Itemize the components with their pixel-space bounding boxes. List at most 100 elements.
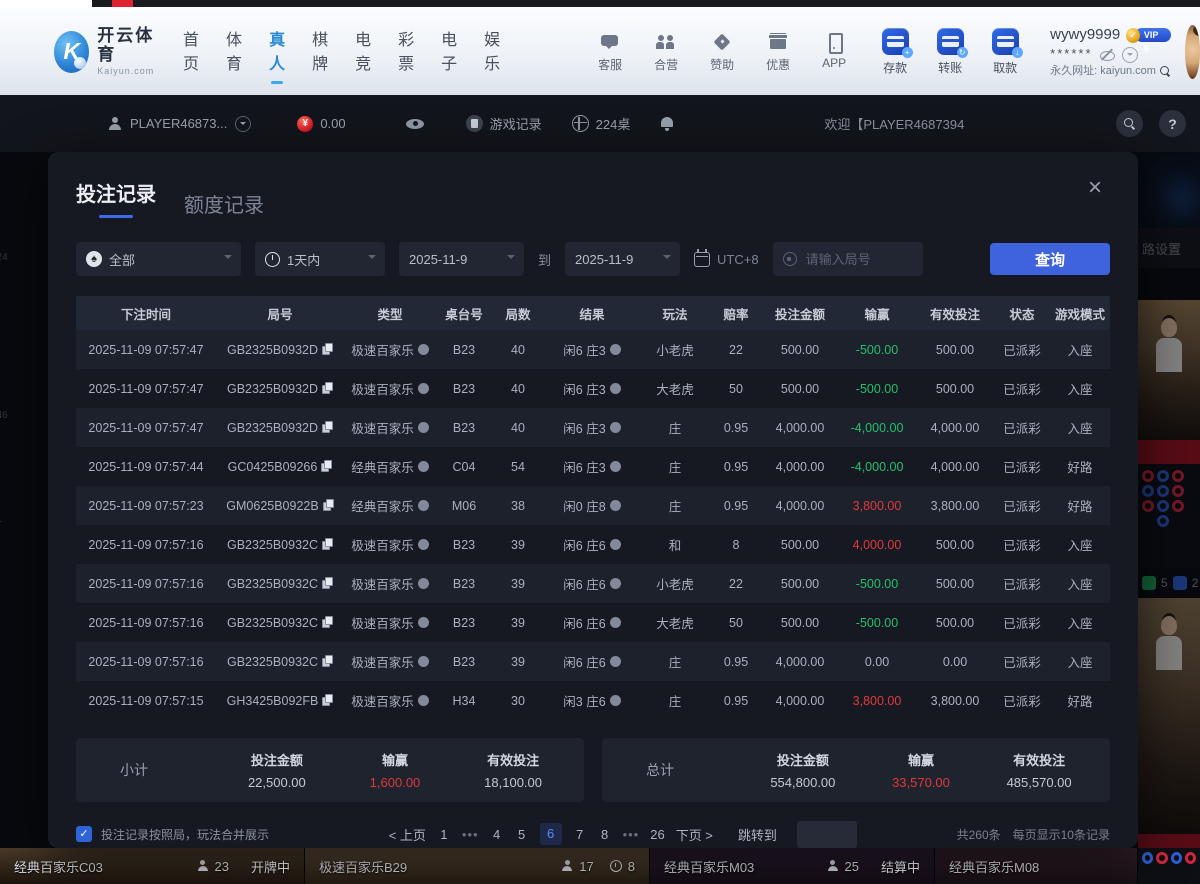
top-dark-bar [92, 0, 1200, 7]
partner-button[interactable]: 合营 [648, 32, 684, 73]
tables-button[interactable]: 224桌 [572, 114, 631, 133]
copy-icon[interactable] [322, 421, 333, 434]
timezone-display[interactable]: UTC+8 [694, 252, 759, 267]
cell-mode: 入座 [1050, 652, 1110, 671]
withdraw-button[interactable]: ↓ 取款 [986, 28, 1024, 76]
brand-logo[interactable]: K 开云体育 Kaiyun.com [54, 27, 161, 76]
merge-checkbox[interactable] [76, 826, 92, 842]
cell-games: 38 [492, 499, 544, 513]
tab-quota-records[interactable]: 额度记录 [184, 189, 264, 218]
copy-icon[interactable] [322, 538, 333, 551]
page-button[interactable]: 1 [437, 827, 451, 842]
balance-value: 0.00 [320, 116, 345, 131]
tab-bet-records[interactable]: 投注记录 [76, 178, 156, 218]
nav-lottery[interactable]: 彩票 [398, 26, 414, 78]
nav-sports[interactable]: 体育 [226, 26, 242, 78]
cell-play: 大老虎 [640, 379, 710, 398]
player-ring-icon [1142, 852, 1153, 864]
nav-cards[interactable]: 棋牌 [312, 26, 328, 78]
eye-off-icon[interactable] [1100, 49, 1115, 61]
nav-home[interactable]: 首页 [183, 26, 199, 78]
vip-gem-icon [1126, 28, 1140, 43]
nav-live-casino[interactable]: 真人 [269, 26, 285, 78]
table-row: 2025-11-09 07:57:16GB2325B0932C极速百家乐B233… [76, 642, 1110, 681]
sponsor-button[interactable]: 赞助 [704, 32, 740, 73]
game-record-label: 游戏记录 [490, 114, 542, 133]
info-icon [610, 539, 621, 550]
round-id-icon [783, 252, 797, 266]
cell-mode: 入座 [1050, 340, 1110, 359]
cell-time: 2025-11-09 07:57:44 [76, 460, 216, 474]
info-icon [418, 383, 429, 394]
player-selector[interactable]: PLAYER46873... [108, 116, 251, 132]
page-button-current[interactable]: 6 [540, 823, 562, 845]
service-button[interactable]: 客服 [592, 32, 628, 73]
cell-status: 已派彩 [994, 535, 1050, 554]
game-category-select[interactable]: ♠ 全部 [76, 242, 241, 276]
notifications-button[interactable] [660, 116, 674, 131]
table-tile[interactable]: 经典百家乐C0323开牌中 [0, 848, 305, 884]
balance-display[interactable]: 0.00 [297, 116, 345, 132]
date-to-select[interactable]: 2025-11-9 [565, 242, 680, 276]
page-button[interactable]: 7 [573, 827, 587, 842]
cell-valid: 0.00 [916, 655, 994, 669]
cell-table: M06 [436, 499, 492, 513]
table-tile[interactable]: 经典百家乐M0325结算中 [650, 848, 935, 884]
nav-esports[interactable]: 电竞 [355, 26, 371, 78]
info-icon [418, 461, 429, 472]
table-tile[interactable]: 经典百家乐M08 [935, 848, 1138, 884]
table-tile[interactable]: 极速百家乐B29178 [305, 848, 650, 884]
close-icon[interactable]: × [1088, 176, 1102, 200]
deposit-button[interactable]: + 存款 [876, 28, 914, 76]
diamond-icon [712, 32, 732, 52]
col-status: 状态 [994, 304, 1050, 323]
copy-icon[interactable] [322, 694, 333, 707]
copy-icon[interactable] [321, 460, 332, 473]
jump-page-input[interactable] [797, 821, 857, 848]
cell-games: 39 [492, 577, 544, 591]
copy-icon[interactable] [322, 343, 333, 356]
toggle-visibility[interactable] [406, 118, 424, 130]
col-result: 结果 [544, 304, 640, 323]
help-button[interactable]: ? [1159, 110, 1186, 137]
round-search-field[interactable] [773, 242, 923, 276]
copy-icon[interactable] [322, 655, 333, 668]
page-button[interactable]: 4 [490, 827, 504, 842]
period-select[interactable]: 1天内 [255, 242, 385, 276]
copy-icon[interactable] [322, 382, 333, 395]
cell-status: 已派彩 [994, 613, 1050, 632]
magnifier-icon[interactable] [1160, 66, 1171, 77]
cell-status: 已派彩 [994, 340, 1050, 359]
round-input[interactable] [804, 251, 913, 268]
prev-page-button[interactable]: < 上页 [389, 825, 426, 844]
date-from-select[interactable]: 2025-11-9 [399, 242, 524, 276]
cell-odds: 50 [710, 616, 762, 630]
copy-icon[interactable] [322, 577, 333, 590]
page-button[interactable]: 5 [515, 827, 529, 842]
cell-status: 已派彩 [994, 457, 1050, 476]
user-avatar[interactable] [1185, 25, 1200, 79]
cell-odds: 0.95 [710, 421, 762, 435]
nav-entertainment[interactable]: 娱乐 [484, 26, 500, 78]
chevron-down-icon[interactable] [1122, 47, 1138, 63]
page-button[interactable]: 8 [598, 827, 612, 842]
copy-icon[interactable] [323, 499, 334, 512]
cell-result: 闲3 庄6 [544, 691, 640, 710]
next-page-button[interactable]: 下页 > [676, 825, 713, 844]
search-button[interactable] [1116, 110, 1143, 137]
player-id: PLAYER46873... [130, 116, 227, 131]
modal-footer: 投注记录按照局，玩法合并展示 < 上页 1 ••• 4 5 6 7 8 ••• … [76, 819, 1110, 849]
transfer-button[interactable]: ↻ 转账 [931, 28, 969, 76]
info-icon [610, 383, 621, 394]
app-button[interactable]: APP [816, 32, 852, 73]
copy-icon[interactable] [322, 616, 333, 629]
page-button[interactable]: 26 [650, 827, 664, 842]
ellipsis: ••• [623, 827, 640, 842]
active-tab-underline [99, 215, 133, 218]
game-record-button[interactable]: 游戏记录 [466, 114, 542, 133]
promo-button[interactable]: 优惠 [760, 32, 796, 73]
query-button[interactable]: 查询 [990, 243, 1110, 275]
cell-result: 闲6 庄3 [544, 418, 640, 437]
info-icon [418, 695, 429, 706]
nav-slots[interactable]: 电子 [441, 26, 457, 78]
